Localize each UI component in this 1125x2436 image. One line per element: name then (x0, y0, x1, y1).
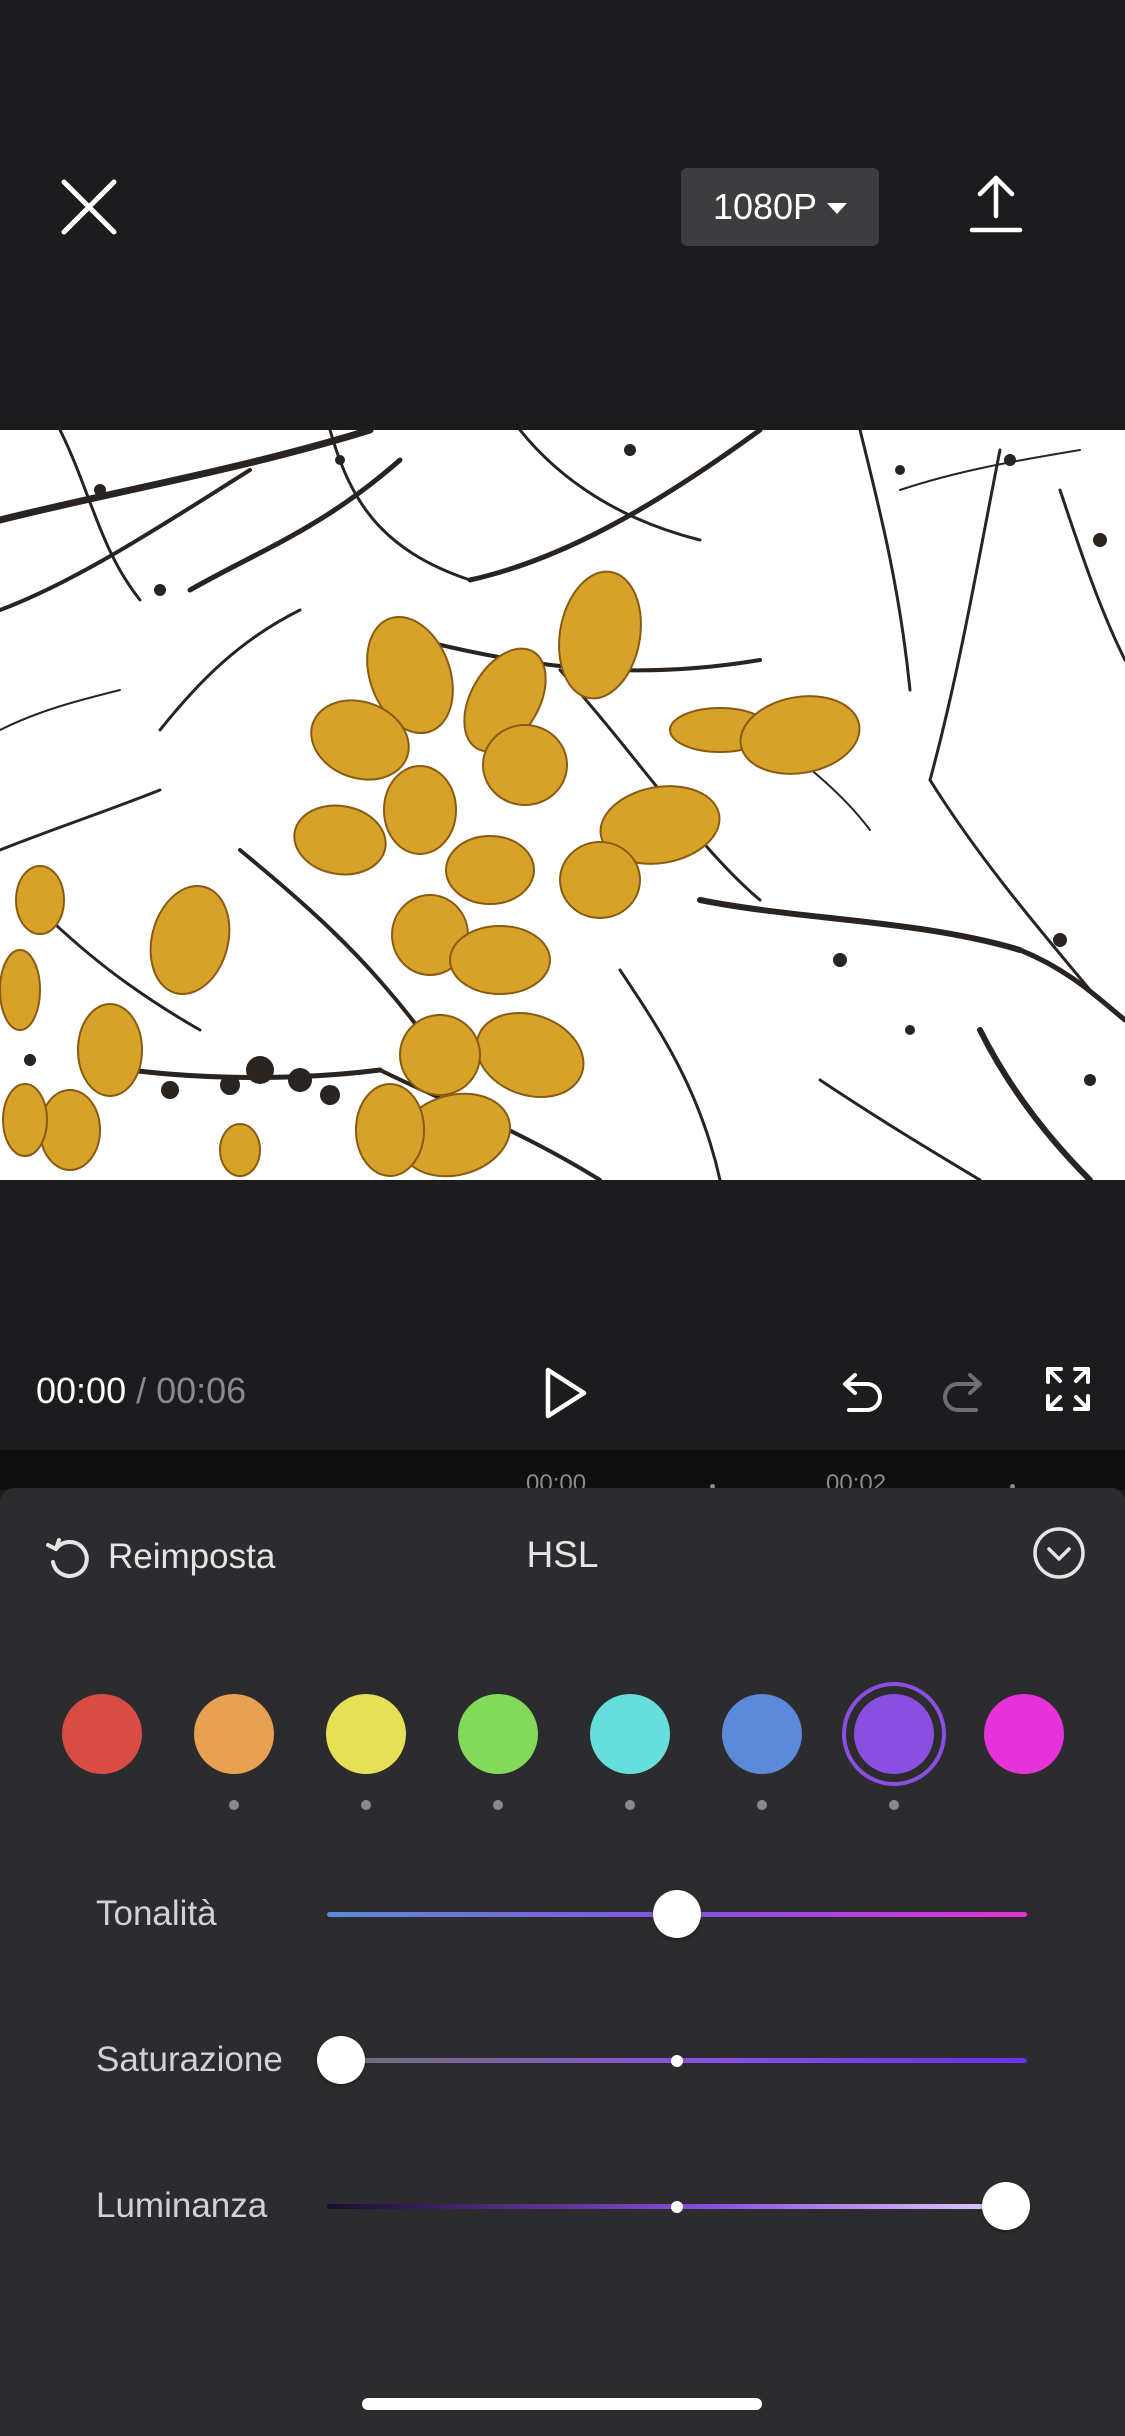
color-swatch-yellow[interactable] (326, 1694, 406, 1774)
play-icon[interactable] (540, 1365, 590, 1421)
current-time: 00:00 (36, 1370, 127, 1411)
luminance-thumb[interactable] (982, 2182, 1030, 2230)
color-swatches (0, 1694, 1125, 1814)
timeline-tick: 00:02 (826, 1470, 887, 1490)
color-swatch-magenta[interactable] (984, 1694, 1064, 1774)
swatch-indicator-dot (625, 1800, 635, 1810)
preview-image (0, 430, 1125, 1180)
swatch-indicator-dot (361, 1800, 371, 1810)
swatch-indicator-dot (757, 1800, 767, 1810)
color-swatch-blue[interactable] (722, 1694, 802, 1774)
color-swatch-green[interactable] (458, 1694, 538, 1774)
slider-hue: Tonalità (0, 1874, 1125, 1954)
slider-luminance: Luminanza (0, 2166, 1125, 2246)
color-swatch-purple[interactable] (854, 1694, 934, 1774)
time-display: 00:00/00:06 (36, 1370, 246, 1412)
saturation-center-mark (671, 2055, 683, 2067)
duration: 00:06 (156, 1370, 247, 1411)
color-swatch-orange[interactable] (194, 1694, 274, 1774)
hsl-panel: Reimposta HSL (0, 1488, 1125, 2436)
video-preview[interactable] (0, 430, 1125, 1180)
color-swatch-cyan[interactable] (590, 1694, 670, 1774)
top-bar: 1080P (0, 0, 1125, 430)
luminance-center-mark (671, 2201, 683, 2213)
swatch-indicator-dot (889, 1800, 899, 1810)
upload-icon[interactable] (968, 172, 1024, 234)
slider-label-luminance: Luminanza (96, 2186, 268, 2225)
timeline-tick: 00:00 (526, 1470, 587, 1490)
panel-title: HSL (526, 1534, 599, 1575)
hue-thumb[interactable] (653, 1890, 701, 1938)
playback-controls: 00:00/00:06 (0, 1180, 1125, 1450)
timeline-ruler[interactable]: 00:00 00:02 (0, 1450, 1125, 1490)
slider-label-saturation: Saturazione (96, 2040, 283, 2079)
fullscreen-icon[interactable] (1045, 1366, 1091, 1412)
slider-label-hue: Tonalità (96, 1894, 217, 1933)
time-separator: / (136, 1370, 147, 1411)
undo-icon[interactable] (835, 1368, 885, 1418)
chevron-down-circle-icon[interactable] (1032, 1526, 1086, 1580)
resolution-label: 1080P (712, 186, 818, 227)
slider-saturation: Saturazione (0, 2020, 1125, 2100)
swatch-indicator-dot (229, 1800, 239, 1810)
caret-down-icon (827, 203, 848, 214)
color-swatch-red[interactable] (62, 1694, 142, 1774)
swatch-indicator-dot (493, 1800, 503, 1810)
resolution-dropdown[interactable]: 1080P (681, 168, 879, 246)
redo-icon[interactable] (940, 1368, 990, 1418)
saturation-thumb[interactable] (317, 2036, 365, 2084)
home-indicator (362, 2398, 762, 2410)
close-icon[interactable] (58, 176, 120, 238)
